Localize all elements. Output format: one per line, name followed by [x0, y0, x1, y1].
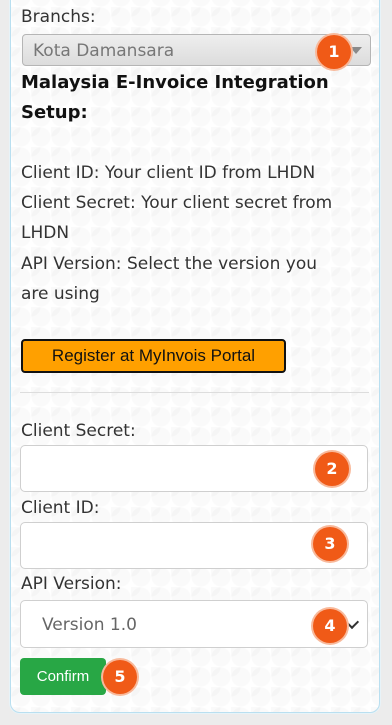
step-badge-4: 4	[313, 609, 347, 643]
instruction-client-secret-cont: LHDN	[21, 223, 70, 243]
step-badge-1: 1	[317, 35, 351, 69]
divider	[20, 392, 369, 393]
register-myinvois-button[interactable]: Register at MyInvois Portal	[21, 339, 286, 373]
instruction-client-id: Client ID: Your client ID from LHDN	[21, 163, 316, 183]
branch-select-value: Kota Damansara	[33, 41, 175, 61]
caret-down-icon	[350, 47, 362, 54]
step-badge-3: 3	[313, 527, 347, 561]
chevron-down-icon	[344, 614, 360, 630]
client-secret-label: Client Secret:	[21, 421, 136, 441]
client-id-label: Client ID:	[21, 498, 100, 518]
step-badge-2: 2	[315, 452, 349, 486]
instruction-api-version-cont: are using	[21, 284, 100, 304]
setup-title: Malaysia E-Invoice Integration Setup:	[21, 72, 329, 123]
api-version-label: API Version:	[21, 574, 122, 594]
api-version-value: Version 1.0	[42, 615, 137, 635]
confirm-button[interactable]: Confirm	[20, 658, 106, 695]
instruction-client-secret: Client Secret: Your client secret from	[21, 193, 333, 213]
step-badge-5: 5	[103, 660, 137, 694]
instruction-api-version: API Version: Select the version you	[21, 254, 317, 274]
branch-label: Branchs:	[21, 7, 96, 27]
